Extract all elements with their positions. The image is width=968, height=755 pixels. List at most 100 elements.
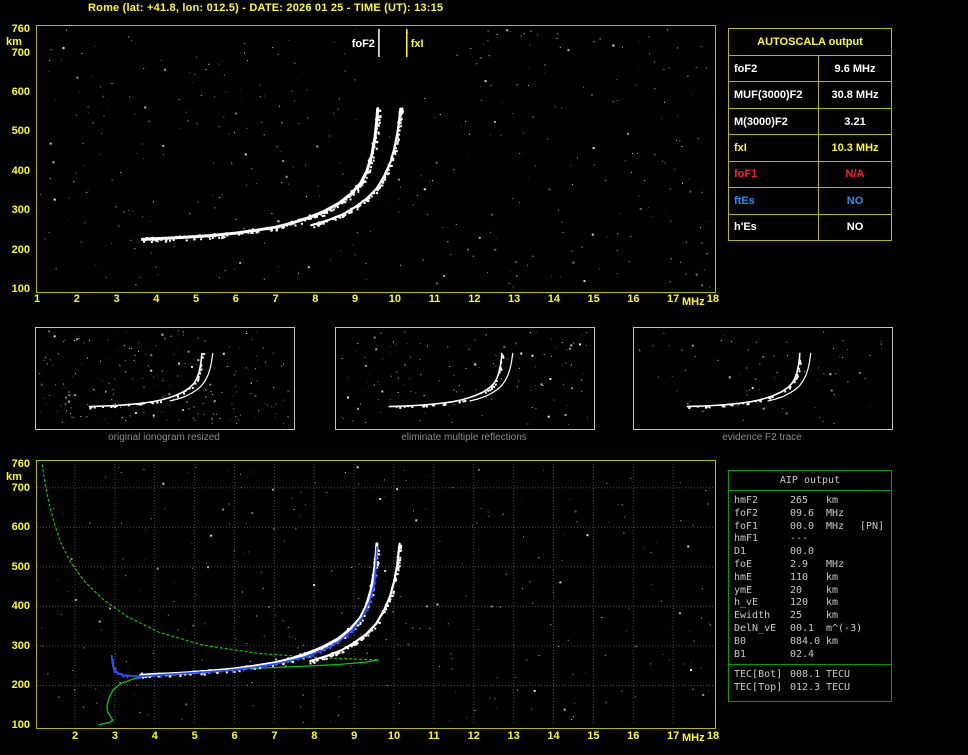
aip-row: hmF2 265 km [734,495,891,508]
autoscala-row: foF1 N/A [729,160,891,188]
aip-parameter-unit: MHz [826,520,845,532]
x-tick-label: 4 [151,730,158,742]
trace-speckle [139,543,381,679]
mini-omode-trace [388,352,503,408]
x-tick-label: 10 [387,730,401,742]
x-tick-label: 11 [428,293,441,305]
aip-parameter-value: 012.3 [790,682,821,694]
y-tick-label: 400 [11,164,30,177]
x-tick-label: 3 [111,730,118,742]
x-tick-label: 8 [311,730,318,742]
y-tick-label: 100 [11,283,30,296]
aip-row: TEC[Top] 012.3 TECU [734,682,891,695]
autoscala-app-window: Rome (lat: +41.8, lon: 012.5) - DATE: 20… [0,0,968,755]
aip-parameter-note [860,610,891,623]
autoscala-parameter-name: h'Es [729,214,819,240]
aip-parameter-value: 00.1 [790,622,815,634]
x-tick-label: 5 [192,293,200,305]
aip-row: foF2 09.6 MHz [734,508,891,521]
aip-parameter-name: foF2 [734,507,759,519]
thumbnail-caption: original ionogram resized [108,432,220,443]
aip-parameter-note [860,669,891,682]
autoscala-row: h'Es NO [729,213,891,240]
aip-parameter-unit: km [826,635,839,647]
mini-omode-trace [686,352,801,408]
thumbnail-evidence-f2-trace [633,327,893,430]
y-tick-label: 400 [11,600,30,613]
autoscala-row: fxI 10.3 MHz [729,134,891,161]
x-tick-label: 7 [272,293,279,305]
x-tick-label: 5 [191,730,198,742]
fxi-marker-label: fxI [411,38,424,50]
x-tick-label: 10 [388,293,401,305]
autoscala-parameter-name: foF2 [729,56,819,82]
grid-lines [37,464,713,725]
aip-row: foE 2.9 MHz [734,559,891,572]
autoscala-parameter-value: 9.6 MHz [834,62,876,75]
aip-parameter-value: 09.6 [790,507,815,519]
x-tick-label: 16 [627,730,640,742]
ionogram-plot-top: foF2 fxI [36,25,716,293]
x-tick-label: 18 [706,730,720,742]
aip-parameter-name: h_vE [734,597,759,609]
x-tick-label: 14 [547,293,560,305]
omode-trace [139,542,379,677]
x-tick-label: 6 [231,730,238,742]
aip-parameter-name: DelN_vE [734,622,777,634]
aip-parameter-value: 2.9 [790,558,809,570]
aip-parameter-name: B0 [734,635,747,647]
aip-row: Ewidth 25 km [734,610,891,623]
aip-parameter-value: 084.0 [790,635,821,647]
thumbnail-original-ionogram [35,327,295,430]
aip-parameter-note [860,649,891,662]
ionogram-canvas-bottom [37,464,713,726]
aip-parameter-value: 00.0 [790,520,815,532]
aip-parameter-name: hmF1 [734,533,759,545]
thumbnail-canvas-evidence [639,331,882,424]
aip-row: ymE 20 km [734,585,891,598]
aip-row: B0 084.0 km [734,636,891,649]
thumbnail-eliminate-reflections [335,327,595,430]
aip-row: D1 00.0 [734,546,891,559]
y-tick-label: 200 [11,243,30,256]
aip-output-panel: AIP output hmF2 265 km foF2 09.6 MHz foF1 00.0 M… [728,470,892,702]
trace-speckle [688,359,802,409]
x-tick-label: 11 [428,730,440,742]
x-tick-label: 15 [587,293,600,305]
y-tick-label: 500 [11,560,30,573]
aip-parameter-value: 265 [790,495,809,506]
autoscala-parameter-value: NO [846,221,864,234]
aip-parameter-value: 00.0 [790,546,815,558]
autoscala-parameter-value: 10.3 MHz [831,141,879,154]
autoscala-parameter-name: foF1 [729,161,819,188]
aip-parameter-note: [PN] [860,520,885,532]
aip-parameter-unit: km [826,610,839,622]
autoscala-parameter-value: 3.21 [844,115,866,128]
x-tick-label: 2 [73,293,80,305]
x-tick-label: 3 [113,293,120,305]
aip-row: h_vE 120 km [734,597,891,610]
autoscala-row: M(3000)F2 3.21 [729,107,891,135]
aip-parameter-value: 02.4 [790,648,815,660]
x-tick-label: 12 [468,293,481,305]
y-tick-label: 300 [11,639,30,652]
autoscala-parameter-name: ftEs [729,188,819,214]
aip-parameter-value: 25 [790,610,803,622]
noise-speckle [341,331,588,425]
autoscala-parameter-name: MUF(3000)F2 [729,82,819,108]
aip-panel-header: AIP output [729,471,891,491]
x-tick-label: 16 [627,293,640,305]
y-tick-label: 760 [11,23,30,35]
autoscala-output-panel: AUTOSCALA output foF2 9.6 MHz MUF(3000)F2 3… [728,28,892,241]
thumbnail-canvas-eliminate [341,331,588,425]
aip-parameter-note [860,533,891,546]
aip-parameter-name: D1 [734,546,747,558]
aip-parameter-unit [826,649,860,662]
x-tick-label: 18 [706,293,720,305]
trace-speckle [395,354,505,409]
aip-parameter-note [860,508,891,521]
autoscala-parameter-name: fxI [729,135,819,161]
x-tick-label: 4 [153,293,160,305]
aip-parameter-unit: m^(-3) [826,622,863,634]
x-tick-label: 13 [507,293,521,305]
